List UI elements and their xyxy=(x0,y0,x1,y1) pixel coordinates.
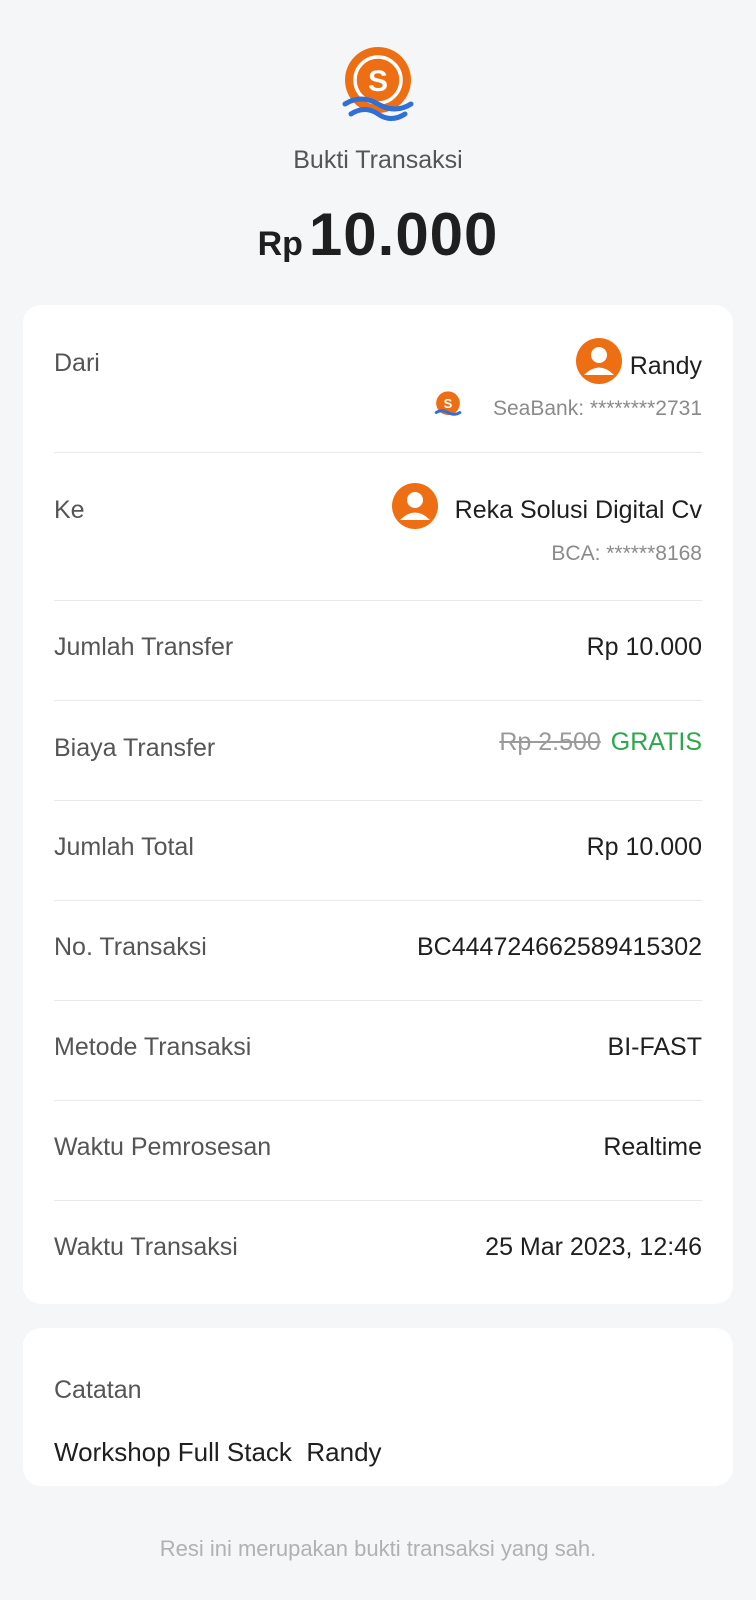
transaction-time-row: Waktu Transaksi 25 Mar 2023, 12:46 xyxy=(54,1217,702,1277)
from-row: Dari Randy S SeaBank: ********2731 xyxy=(54,335,702,435)
processing-time-label: Waktu Pemrosesan xyxy=(54,1133,272,1161)
transfer-amount-row: Jumlah Transfer Rp 10.000 xyxy=(54,617,702,677)
amount-currency: Rp xyxy=(257,225,303,263)
transfer-fee-value: Rp 2.500 GRATIS xyxy=(499,728,702,757)
to-row: Ke Reka Solusi Digital Cv BCA: ******816… xyxy=(54,480,702,580)
total-value: Rp 10.000 xyxy=(586,833,702,861)
divider xyxy=(54,700,702,701)
transfer-amount-label: Jumlah Transfer xyxy=(54,633,234,661)
original-fee: Rp 2.500 xyxy=(499,728,601,756)
processing-time-row: Waktu Pemrosesan Realtime xyxy=(54,1117,702,1177)
note-text: Workshop Full Stack Randy xyxy=(54,1437,382,1467)
sender-name: Randy xyxy=(629,352,702,380)
divider xyxy=(54,1200,702,1201)
transaction-no-value: BC444724662589415302 xyxy=(417,933,702,961)
method-value: BI-FAST xyxy=(607,1033,702,1061)
method-row: Metode Transaksi BI-FAST xyxy=(54,1017,702,1077)
svg-text:S: S xyxy=(444,396,453,411)
note-label: Catatan xyxy=(54,1376,142,1404)
transfer-fee-row: Biaya Transfer Rp 2.500 GRATIS xyxy=(54,717,702,777)
from-label: Dari xyxy=(54,349,100,377)
recipient-name: Reka Solusi Digital Cv xyxy=(454,496,702,524)
sender-account: SeaBank: ********2731 xyxy=(493,397,702,420)
receipt-page: S Bukti Transaksi Rp10.000 Dari Randy S xyxy=(0,0,756,1600)
divider xyxy=(54,900,702,901)
transfer-fee-label: Biaya Transfer xyxy=(54,734,216,762)
recipient-account: BCA: ******8168 xyxy=(551,542,702,565)
transaction-amount: Rp 10.000 xyxy=(0,200,756,269)
to-label: Ke xyxy=(54,496,85,524)
transaction-time-value: 25 Mar 2023, 12:46 xyxy=(485,1233,702,1261)
note-card: Catatan Workshop Full Stack Randy xyxy=(23,1328,733,1486)
svg-text:S: S xyxy=(368,65,388,98)
processing-time-value: Realtime xyxy=(603,1133,702,1161)
transfer-amount-value: Rp 10.000 xyxy=(586,633,702,661)
transaction-details-card: Dari Randy S SeaBank: ********2731 Ke Re… xyxy=(23,305,733,1304)
divider xyxy=(54,1000,702,1001)
amount-value: 10.000 xyxy=(308,201,499,268)
divider xyxy=(54,800,702,801)
divider xyxy=(54,600,702,601)
avatar-icon xyxy=(392,483,438,529)
free-fee-badge: GRATIS xyxy=(610,728,702,756)
page-title: Bukti Transaksi xyxy=(293,146,463,174)
seabank-logo-icon: S xyxy=(341,46,415,124)
seabank-logo-icon: S xyxy=(434,391,462,419)
method-label: Metode Transaksi xyxy=(54,1033,252,1061)
divider xyxy=(54,1100,702,1101)
total-label: Jumlah Total xyxy=(54,833,194,861)
total-row: Jumlah Total Rp 10.000 xyxy=(54,817,702,877)
footer-disclaimer: Resi ini merupakan bukti transaksi yang … xyxy=(159,1536,597,1561)
transaction-no-label: No. Transaksi xyxy=(54,933,207,961)
transaction-no-row: No. Transaksi BC444724662589415302 xyxy=(54,917,702,977)
divider xyxy=(54,452,702,453)
transaction-time-label: Waktu Transaksi xyxy=(54,1233,238,1261)
avatar-icon xyxy=(576,338,622,384)
